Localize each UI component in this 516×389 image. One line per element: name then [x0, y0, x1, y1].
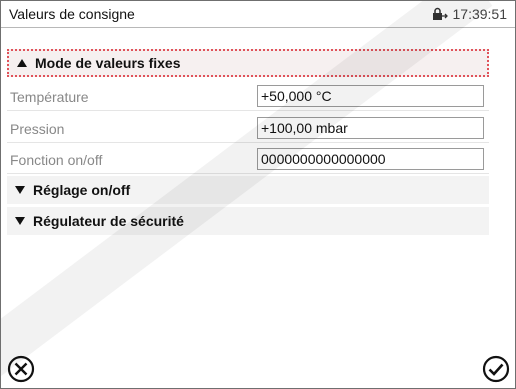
page-title: Valeurs de consigne — [9, 6, 135, 22]
field-label-temperature: Température — [10, 89, 89, 105]
section-fixed-values-mode[interactable]: Mode de valeurs fixes — [7, 49, 489, 77]
check-icon[interactable] — [481, 354, 511, 384]
section-label: Réglage on/off — [33, 182, 131, 198]
temperature-field[interactable]: +50,000 °C — [257, 85, 484, 107]
cancel-icon[interactable] — [6, 354, 36, 384]
lock-icon — [432, 7, 448, 20]
onoff-function-field[interactable]: 0000000000000000 — [257, 148, 484, 170]
section-safety-controller[interactable]: Régulateur de sécurité — [7, 207, 489, 235]
triangle-down-icon — [15, 186, 25, 194]
field-label-pressure: Pression — [10, 121, 65, 137]
title-bar: Valeurs de consigne 17:39:51 — [1, 1, 515, 28]
field-row-onoff-function: Fonction on/off 0000000000000000 — [7, 146, 489, 174]
pressure-field[interactable]: +100,00 mbar — [257, 117, 484, 139]
clock-time: 17:39:51 — [452, 6, 508, 22]
section-label: Régulateur de sécurité — [33, 213, 184, 229]
field-label-onoff-function: Fonction on/off — [10, 152, 103, 168]
setpoints-screen: Valeurs de consigne 17:39:51 Mode de val… — [0, 0, 516, 389]
status-area: 17:39:51 — [432, 6, 508, 22]
triangle-up-icon — [17, 59, 27, 67]
section-onoff-setting[interactable]: Réglage on/off — [7, 176, 489, 204]
triangle-down-icon — [15, 217, 25, 225]
field-row-pressure: Pression +100,00 mbar — [7, 115, 489, 143]
section-label: Mode de valeurs fixes — [35, 55, 181, 71]
field-row-temperature: Température +50,000 °C — [7, 83, 489, 111]
